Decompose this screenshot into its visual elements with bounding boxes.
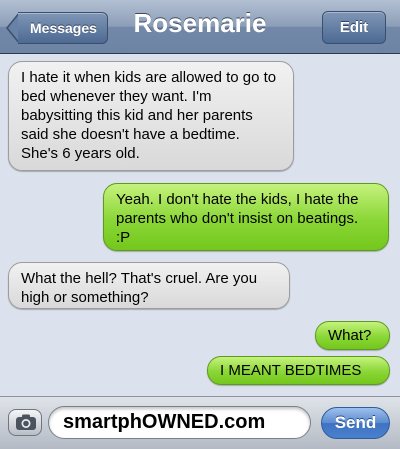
message-bubble-sent: Yeah. I don't hate the kids, I hate the … [103, 183, 389, 251]
message-bubble-received: What the hell? That's cruel. Are you hig… [8, 262, 290, 309]
camera-button[interactable] [8, 409, 42, 436]
message-bubble-sent: What? [315, 321, 390, 350]
message-bubble-received: I hate it when kids are allowed to go to… [8, 61, 294, 171]
send-button[interactable]: Send [321, 407, 390, 439]
message-composer-bar: smartphOWNED.com Send [0, 396, 400, 449]
message-bubble-sent: I MEANT BEDTIMES [207, 356, 390, 385]
camera-icon [16, 414, 36, 430]
navigation-bar: Messages Rosemarie Edit [0, 0, 400, 54]
message-input[interactable]: smartphOWNED.com [48, 406, 311, 439]
edit-button[interactable]: Edit [322, 11, 386, 44]
